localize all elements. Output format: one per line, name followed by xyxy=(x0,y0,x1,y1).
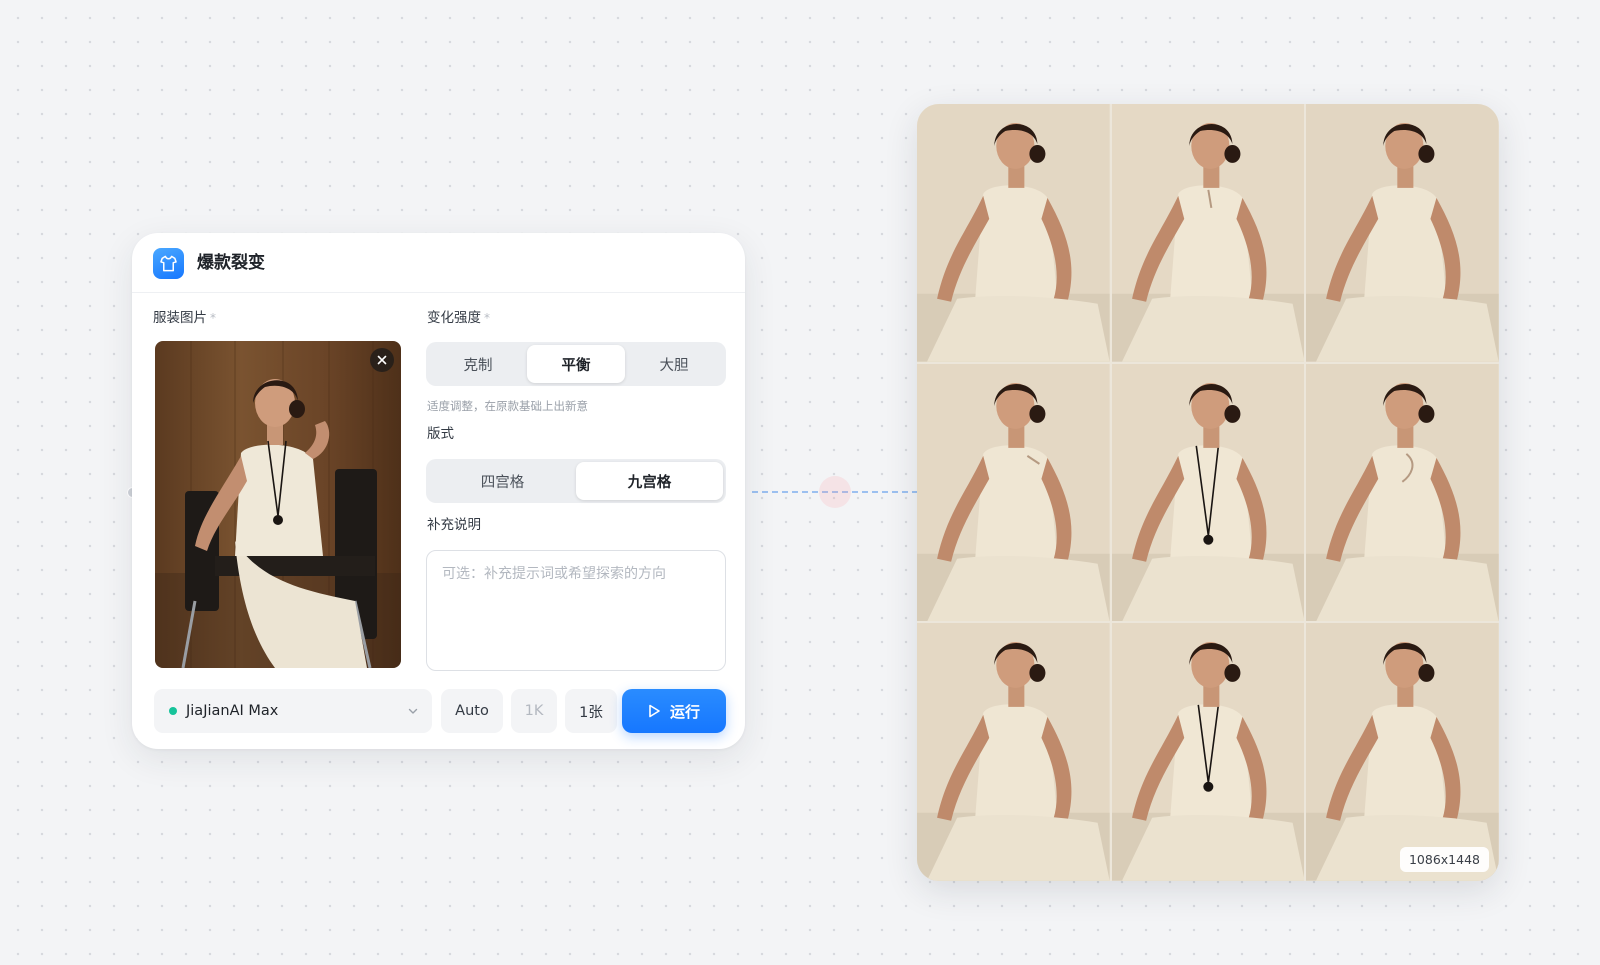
run-button[interactable]: 运行 xyxy=(622,689,726,733)
aspect-ratio-chip[interactable]: Auto xyxy=(441,689,503,733)
count-chip[interactable]: 1张 xyxy=(565,689,617,733)
layout-option-nine-grid[interactable]: 九宫格 xyxy=(576,462,723,500)
image-size-badge: 1086x1448 xyxy=(1399,847,1489,872)
garment-image-preview[interactable] xyxy=(155,341,401,668)
result-tile[interactable] xyxy=(1306,623,1499,881)
intensity-label: 变化强度 * xyxy=(427,310,490,326)
resolution-chip[interactable]: 1K xyxy=(511,689,557,733)
model-name: JiaJianAI Max xyxy=(186,703,279,719)
layout-option-four-grid[interactable]: 四宫格 xyxy=(429,462,576,500)
result-tile[interactable] xyxy=(917,104,1110,362)
edge-midpoint-handle[interactable] xyxy=(819,476,851,508)
note-label: 补充说明 xyxy=(427,517,481,533)
remove-image-button[interactable] xyxy=(370,348,394,372)
chevron-down-icon xyxy=(408,708,418,714)
intensity-segmented-control: 克制 平衡 大胆 xyxy=(426,342,726,386)
intensity-hint: 适度调整，在原款基础上出新意 xyxy=(427,399,588,413)
node-title: 爆款裂变 xyxy=(197,253,265,273)
variation-node-card[interactable]: 爆款裂变 服装图片 * 变化强度 * 克制 平衡 大胆 适度调整，在原款基础上出… xyxy=(132,233,745,749)
run-button-label: 运行 xyxy=(669,702,700,721)
intensity-option-balanced[interactable]: 平衡 xyxy=(527,345,625,383)
intensity-option-restrained[interactable]: 克制 xyxy=(429,345,527,383)
model-status-dot xyxy=(169,707,177,715)
result-tile[interactable] xyxy=(917,623,1110,881)
play-icon xyxy=(649,704,660,718)
result-tile[interactable] xyxy=(1111,104,1305,362)
required-mark: * xyxy=(210,311,216,325)
layout-label: 版式 xyxy=(427,426,454,442)
layout-segmented-control: 四宫格 九宫格 xyxy=(426,459,726,503)
shirt-icon xyxy=(153,248,184,279)
result-tile[interactable] xyxy=(1111,363,1305,622)
result-tile[interactable] xyxy=(917,363,1110,622)
node-header: 爆款裂变 xyxy=(132,233,745,293)
result-tile[interactable] xyxy=(1306,104,1499,362)
result-image-card[interactable]: 1086x1448 xyxy=(917,104,1499,881)
note-textarea[interactable] xyxy=(426,550,726,671)
model-select[interactable]: JiaJianAI Max xyxy=(154,689,432,733)
intensity-option-bold[interactable]: 大胆 xyxy=(625,345,723,383)
node-toolbar: JiaJianAI Max Auto 1K 1张 运行 xyxy=(154,689,726,733)
required-mark: * xyxy=(484,311,490,325)
result-tile[interactable] xyxy=(1111,623,1305,881)
result-tile[interactable] xyxy=(1306,363,1499,622)
garment-image-label: 服装图片 * xyxy=(153,310,216,326)
